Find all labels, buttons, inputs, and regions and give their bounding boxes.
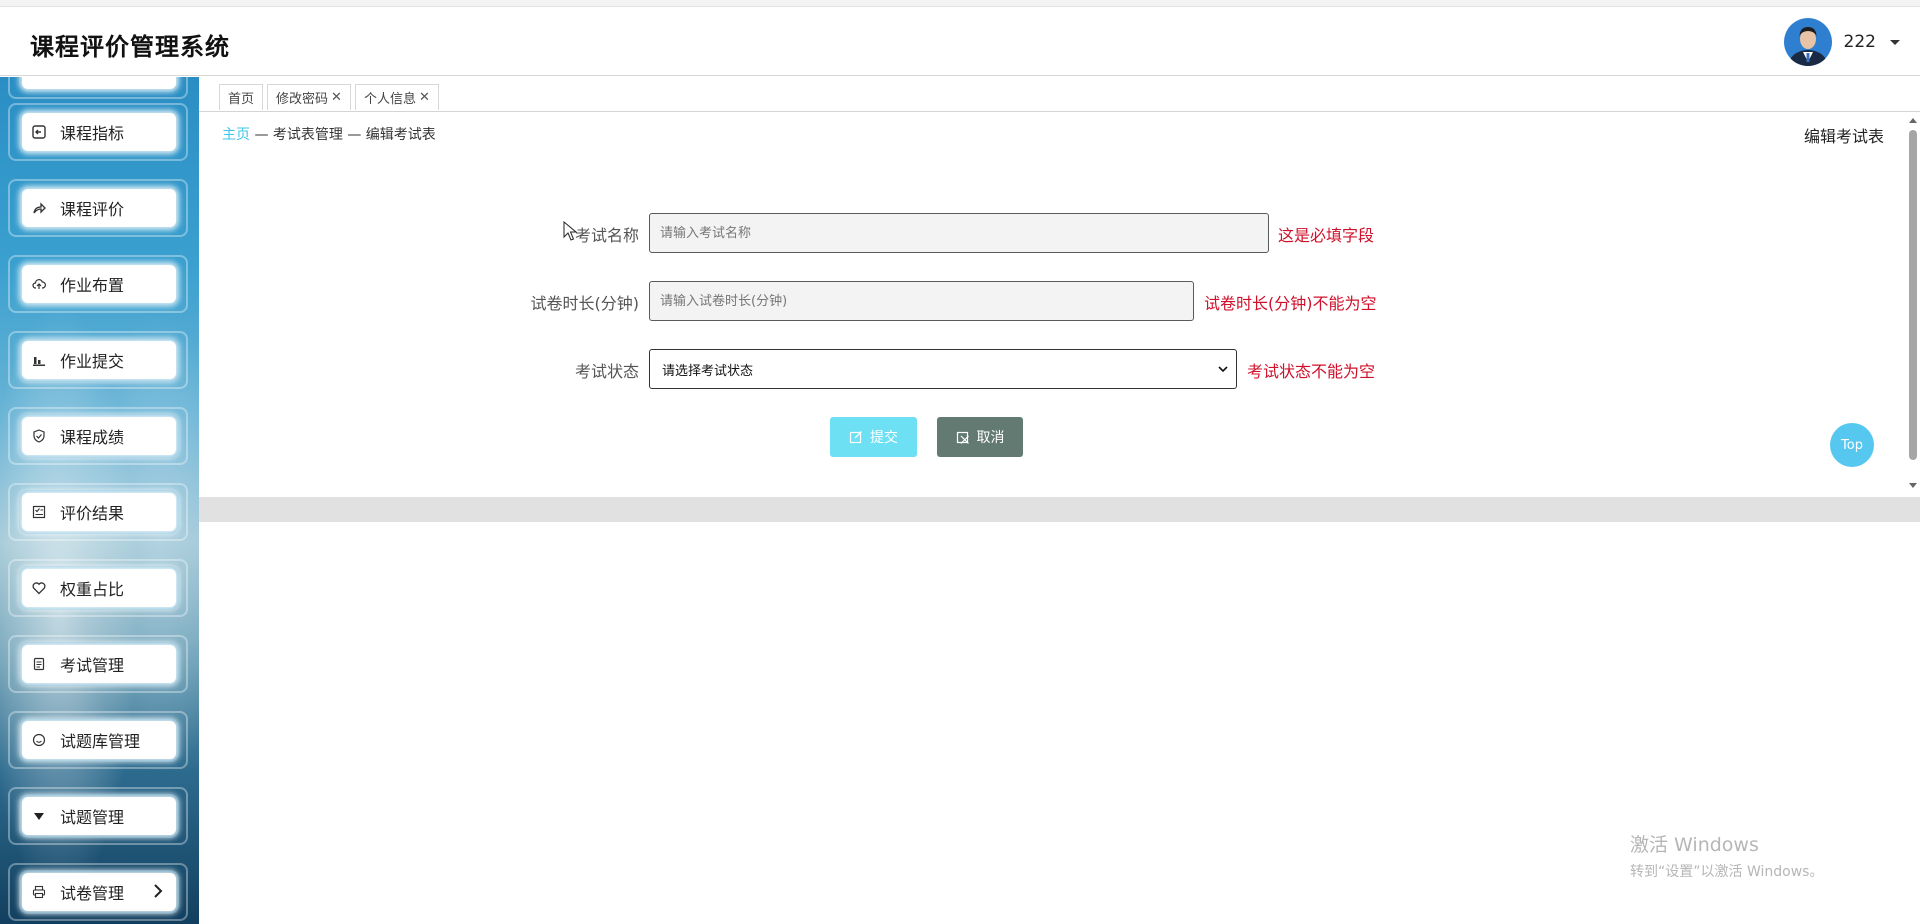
close-icon[interactable]: ✕ xyxy=(419,90,430,105)
page-title: 编辑考试表 xyxy=(1803,127,1884,146)
cancel-button-label: 取消 xyxy=(976,430,1005,446)
tab-profile[interactable]: 个人信息 ✕ xyxy=(355,84,439,110)
sidebar-item-homework-assign[interactable]: 作业布置 xyxy=(8,255,188,313)
bar-chart-icon xyxy=(32,353,46,367)
print-icon xyxy=(32,885,46,899)
exam-name-error: 这是必填字段 xyxy=(1278,226,1375,245)
tab-bar: 首页 修改密码 ✕ 个人信息 ✕ xyxy=(199,77,1920,112)
activation-watermark: 激活 Windows 转到“设置”以激活 Windows。 xyxy=(1630,830,1823,881)
caret-down-icon[interactable] xyxy=(1890,39,1900,45)
sidebar-item-course-evaluation[interactable]: 课程评价 xyxy=(8,179,188,237)
sidebar-item-question-management[interactable]: 试题管理 xyxy=(8,787,188,845)
sidebar-item-exam-management[interactable]: 考试管理 xyxy=(8,635,188,693)
duration-error: 试卷时长(分钟)不能为空 xyxy=(1204,294,1377,313)
breadcrumb-path: — 考试表管理 — 编辑考试表 xyxy=(254,127,436,143)
sidebar-item-label: 课程成绩 xyxy=(60,428,125,447)
cancel-box-icon xyxy=(956,431,969,444)
sidebar-item-evaluation-results[interactable]: 评价结果 xyxy=(8,483,188,541)
exam-name-input[interactable] xyxy=(649,213,1269,253)
tab-home[interactable]: 首页 xyxy=(219,84,264,110)
sidebar-item-course-indicator[interactable]: 课程指标 xyxy=(8,103,188,161)
tab-label: 个人信息 xyxy=(364,92,417,107)
cloud-upload-icon xyxy=(32,277,46,291)
close-icon[interactable]: ✕ xyxy=(331,90,342,105)
scroll-down-icon[interactable] xyxy=(1909,483,1917,488)
sidebar-item-label: 课程评价 xyxy=(60,200,125,219)
watermark-title: 激活 Windows xyxy=(1630,834,1759,856)
sidebar-item-label: 评价结果 xyxy=(60,504,125,523)
share-icon xyxy=(32,201,46,215)
status-select[interactable]: 请选择考试状态 xyxy=(649,349,1237,389)
status-select-value: 请选择考试状态 xyxy=(662,363,754,379)
tab-change-password[interactable]: 修改密码 ✕ xyxy=(267,84,351,110)
sidebar-item-question-bank[interactable]: 试题库管理 xyxy=(8,711,188,769)
shield-check-icon xyxy=(32,429,46,443)
sidebar-item-weight-ratio[interactable]: 权重占比 xyxy=(8,559,188,617)
document-icon xyxy=(32,657,46,671)
checklist-icon xyxy=(32,505,46,519)
mouse-pointer-icon xyxy=(563,221,577,241)
sidebar-item-paper-management[interactable]: 试卷管理 xyxy=(8,863,188,921)
window-top-strip xyxy=(0,0,1920,7)
smile-icon xyxy=(32,733,46,747)
triangle-down-icon xyxy=(32,809,46,823)
edit-icon xyxy=(849,431,862,444)
watermark-subtitle: 转到“设置”以激活 Windows。 xyxy=(1630,864,1824,880)
sidebar-item-label: 考试管理 xyxy=(60,656,125,675)
sidebar-item-label: 作业提交 xyxy=(60,352,125,371)
status-label: 考试状态 xyxy=(574,362,639,381)
sidebar-item-label: 作业布置 xyxy=(60,276,125,295)
cancel-button[interactable]: 取消 xyxy=(937,417,1023,457)
duration-input[interactable] xyxy=(649,281,1194,321)
sidebar-item-hidden-top xyxy=(8,77,188,99)
sidebar-item-label: 试卷管理 xyxy=(60,884,125,903)
app-header: 课程评价管理系统 222 xyxy=(0,7,1920,76)
chevron-down-icon xyxy=(1218,366,1228,373)
app-title: 课程评价管理系统 xyxy=(30,33,230,61)
exam-name-label: 考试名称 xyxy=(574,226,639,245)
chevron-right-icon[interactable] xyxy=(150,883,166,899)
sidebar: 课程指标 课程评价 作业布置 作业提交 课程成绩 评价结果 权重占比 考试管理 … xyxy=(0,77,199,924)
sidebar-item-label: 权重占比 xyxy=(60,580,125,599)
status-error: 考试状态不能为空 xyxy=(1247,362,1376,381)
duration-label: 试卷时长(分钟) xyxy=(530,294,640,313)
user-menu[interactable]: 222 xyxy=(1783,17,1900,67)
sidebar-item-label: 试题管理 xyxy=(60,808,125,827)
avatar[interactable] xyxy=(1783,18,1832,66)
sidebar-item-course-grades[interactable]: 课程成绩 xyxy=(8,407,188,465)
submit-button-label: 提交 xyxy=(870,430,898,446)
tab-label: 首页 xyxy=(228,92,255,107)
exit-icon xyxy=(32,125,46,139)
content-footer-band xyxy=(199,497,1920,522)
heart-icon xyxy=(32,581,46,595)
sidebar-item-homework-submit[interactable]: 作业提交 xyxy=(8,331,188,389)
breadcrumb-home-link[interactable]: 主页 xyxy=(222,127,250,143)
scrollbar-thumb[interactable] xyxy=(1909,130,1917,460)
sidebar-item-label: 试题库管理 xyxy=(60,732,141,751)
tab-label: 修改密码 xyxy=(276,92,329,107)
submit-button[interactable]: 提交 xyxy=(830,417,917,457)
username[interactable]: 222 xyxy=(1844,32,1876,52)
sidebar-item-label: 课程指标 xyxy=(60,124,125,143)
scrollbar[interactable] xyxy=(1906,115,1920,493)
back-to-top-button[interactable]: Top xyxy=(1830,423,1874,467)
scroll-up-icon[interactable] xyxy=(1909,118,1917,123)
breadcrumb: 主页 — 考试表管理 — 编辑考试表 xyxy=(222,124,436,144)
